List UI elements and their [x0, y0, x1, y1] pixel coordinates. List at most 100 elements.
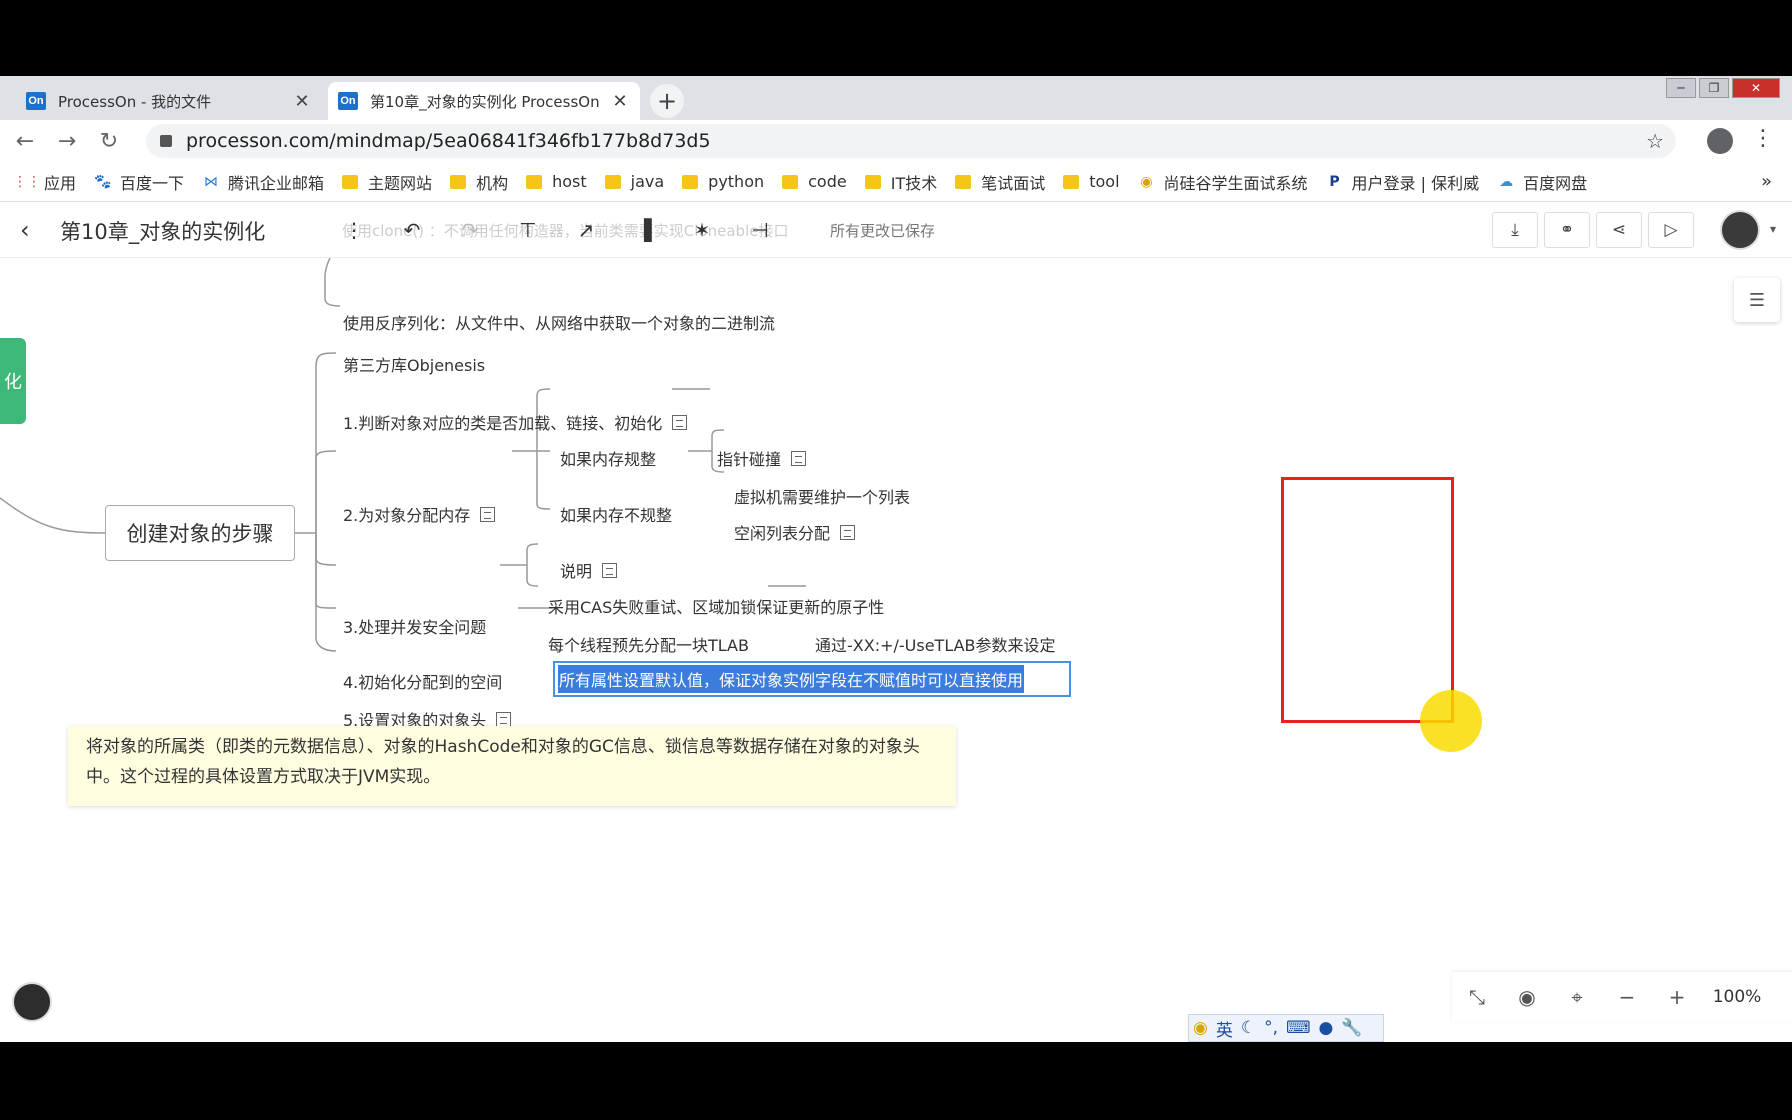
note-icon[interactable] — [496, 711, 512, 727]
folder-icon — [1063, 174, 1080, 189]
bookmark-folder[interactable]: 笔试面试 — [955, 170, 1045, 194]
window-controls: ─ ❐ ✕ — [1663, 78, 1780, 98]
bookmark-folder[interactable]: code — [782, 172, 847, 191]
app-toolbar: ‹ 第10章_对象的实例化 使用clone() ：不调用任何构造器，当前类需要实… — [0, 202, 1792, 258]
bookmark-tencent-mail[interactable]: ⋈ 腾讯企业邮箱 — [202, 170, 324, 194]
url-input[interactable]: processon.com/mindmap/5ea06841f346fb177b… — [146, 124, 1676, 158]
wrench-icon[interactable]: 🔧 — [1341, 1018, 1362, 1038]
address-bar: ← → ↻ processon.com/mindmap/5ea06841f346… — [0, 120, 1792, 162]
note-icon[interactable] — [840, 524, 856, 540]
note-icon[interactable] — [602, 562, 618, 578]
profile-icon[interactable] — [1707, 128, 1733, 154]
browser-tab-strip: On ProcessOn - 我的文件 ✕ On 第10章_对象的实例化 Pro… — [0, 76, 1792, 120]
folder-icon — [604, 174, 621, 189]
mindmap-node[interactable]: 空闲列表分配 — [734, 520, 856, 544]
more-bookmarks-icon[interactable]: » — [1761, 171, 1772, 192]
bookmark-folder[interactable]: 主题网站 — [342, 170, 432, 194]
bookmark-folder[interactable]: tool — [1063, 172, 1120, 191]
undo-icon[interactable]: ↶ — [394, 216, 430, 244]
mindmap-node-step2[interactable]: 2.为对象分配内存 — [343, 502, 496, 526]
structure-icon[interactable]: ⊣ — [742, 216, 778, 244]
user-icon[interactable]: ● — [1319, 1018, 1334, 1038]
download-icon[interactable]: ⤓ — [1492, 212, 1538, 248]
punctuation-icon[interactable]: °, — [1264, 1018, 1278, 1038]
bookmark-label: 主题网站 — [368, 173, 433, 193]
share-icon[interactable]: ⋖ — [1596, 212, 1642, 248]
browser-menu-icon[interactable]: ⋮ — [1752, 126, 1774, 151]
note-icon[interactable] — [791, 450, 807, 466]
bookmark-star-icon[interactable]: ☆ — [1646, 129, 1664, 153]
redo-icon[interactable]: ↷ — [452, 216, 488, 244]
moon-icon[interactable]: ☾ — [1241, 1018, 1256, 1038]
tab-processon-files[interactable]: On ProcessOn - 我的文件 ✕ — [16, 82, 322, 120]
back-icon[interactable]: ← — [8, 124, 42, 158]
bookmark-atguigu[interactable]: ◉ 尚硅谷学生面试系统 — [1138, 170, 1307, 194]
new-tab-button[interactable]: + — [650, 84, 684, 118]
close-tab-icon[interactable]: ✕ — [292, 91, 312, 112]
more-options-icon[interactable]: ⋮ — [336, 216, 372, 244]
bookmark-folder[interactable]: host — [526, 172, 587, 191]
mindmap-node-step1[interactable]: 1.判断对象对应的类是否加载、链接、初始化 — [343, 410, 688, 434]
back-to-files-icon[interactable]: ‹ — [20, 216, 30, 244]
mindmap-node[interactable]: 虚拟机需要维护一个列表 — [734, 484, 910, 508]
close-tab-icon[interactable]: ✕ — [610, 91, 630, 112]
mindmap-node[interactable]: 通过-XX:+/-UseTLAB参数来设定 — [815, 632, 1056, 656]
mindmap-node[interactable]: 如果内存不规整 — [560, 502, 672, 526]
ime-language[interactable]: 英 — [1216, 1016, 1233, 1041]
collapsed-node-tab[interactable]: 化 — [0, 338, 26, 424]
mindmap-node[interactable]: 采用CAS失败重试、区域加锁保证更新的原子性 — [548, 594, 884, 618]
restore-button[interactable]: ❐ — [1699, 78, 1729, 98]
window-close-button[interactable]: ✕ — [1732, 78, 1780, 98]
zoom-out-icon[interactable]: − — [1602, 985, 1652, 1009]
bookmark-apps[interactable]: ⋮⋮ 应用 — [13, 170, 76, 194]
line-style-icon[interactable]: ↗ — [568, 216, 604, 244]
mindmap-node-step3[interactable]: 3.处理并发安全问题 — [343, 614, 486, 638]
node-label: 说明 — [560, 562, 593, 581]
mindmap-node[interactable]: 第三方库Objenesis — [343, 352, 485, 376]
editing-node[interactable]: 所有属性设置默认值，保证对象实例字段在不赋值时可以直接使用 — [553, 661, 1071, 697]
mindmap-node[interactable]: 每个线程预先分配一块TLAB — [548, 632, 749, 656]
bookmark-folder[interactable]: java — [604, 172, 664, 191]
collaborate-icon[interactable]: ⚭ — [1544, 212, 1590, 248]
keyboard-icon[interactable]: ⌨ — [1286, 1018, 1311, 1038]
screen: On ProcessOn - 我的文件 ✕ On 第10章_对象的实例化 Pro… — [0, 76, 1792, 1042]
bookmark-polyv[interactable]: P 用户登录 | 保利威 — [1326, 170, 1479, 194]
folder-icon — [955, 174, 972, 189]
note-icon[interactable] — [480, 506, 496, 522]
chevron-down-icon[interactable]: ▾ — [1770, 222, 1776, 236]
right-actions: ⤓ ⚭ ⋖ ▷ — [1492, 212, 1700, 248]
bookmark-baidu-pan[interactable]: ☁ 百度网盘 — [1497, 170, 1587, 194]
bookmark-folder[interactable]: IT技术 — [864, 170, 937, 194]
bookmark-label: tool — [1089, 172, 1120, 191]
mindmap-node[interactable]: 说明 — [560, 558, 618, 582]
tab-mindmap[interactable]: On 第10章_对象的实例化 ProcessOn ✕ — [328, 82, 640, 120]
eye-icon[interactable]: ◉ — [1502, 985, 1552, 1009]
mindmap-node[interactable]: 指针碰撞 — [717, 446, 807, 470]
style-icon[interactable]: ▐ — [626, 216, 662, 244]
folder-icon — [864, 174, 881, 189]
forward-icon[interactable]: → — [50, 124, 84, 158]
fit-screen-icon[interactable]: ⤡ — [1452, 985, 1502, 1009]
document-title[interactable]: 第10章_对象的实例化 — [60, 216, 265, 246]
note-icon[interactable] — [672, 414, 688, 430]
zoom-in-icon[interactable]: + — [1652, 985, 1702, 1009]
bookmark-baidu[interactable]: 🐾 百度一下 — [94, 170, 184, 194]
location-pin-icon[interactable]: ⌖ — [1552, 985, 1602, 1009]
user-avatar[interactable] — [1720, 210, 1760, 250]
minimize-button[interactable]: ─ — [1666, 78, 1696, 98]
selected-node-text[interactable]: 所有属性设置默认值，保证对象实例字段在不赋值时可以直接使用 — [558, 665, 1025, 693]
magic-wand-icon[interactable]: ✶ — [684, 216, 720, 244]
format-painter-icon[interactable]: ⊤ — [510, 216, 546, 244]
root-node[interactable]: 创建对象的步骤 — [105, 505, 295, 561]
mindmap-canvas[interactable]: 使用反序列化：从文件中、从网络中获取一个对象的二进制流 第三方库Objenesi… — [0, 258, 1792, 1042]
reload-icon[interactable]: ↻ — [92, 124, 126, 158]
bookmark-folder[interactable]: python — [682, 172, 764, 191]
mindmap-node[interactable]: 如果内存规整 — [560, 446, 656, 470]
ime-toolbar[interactable]: ◉ 英 ☾ °, ⌨ ● 🔧 — [1188, 1014, 1384, 1042]
present-play-icon[interactable]: ▷ — [1648, 212, 1694, 248]
bookmark-folder[interactable]: 机构 — [450, 170, 508, 194]
mindmap-node[interactable]: 使用反序列化：从文件中、从网络中获取一个对象的二进制流 — [343, 310, 775, 334]
mindmap-node-step4[interactable]: 4.初始化分配到的空间 — [343, 669, 502, 693]
lock-icon — [160, 135, 172, 147]
edit-tools: ⋮ ↶ ↷ ⊤ ↗ ▐ ✶ ⊣ — [336, 216, 800, 244]
